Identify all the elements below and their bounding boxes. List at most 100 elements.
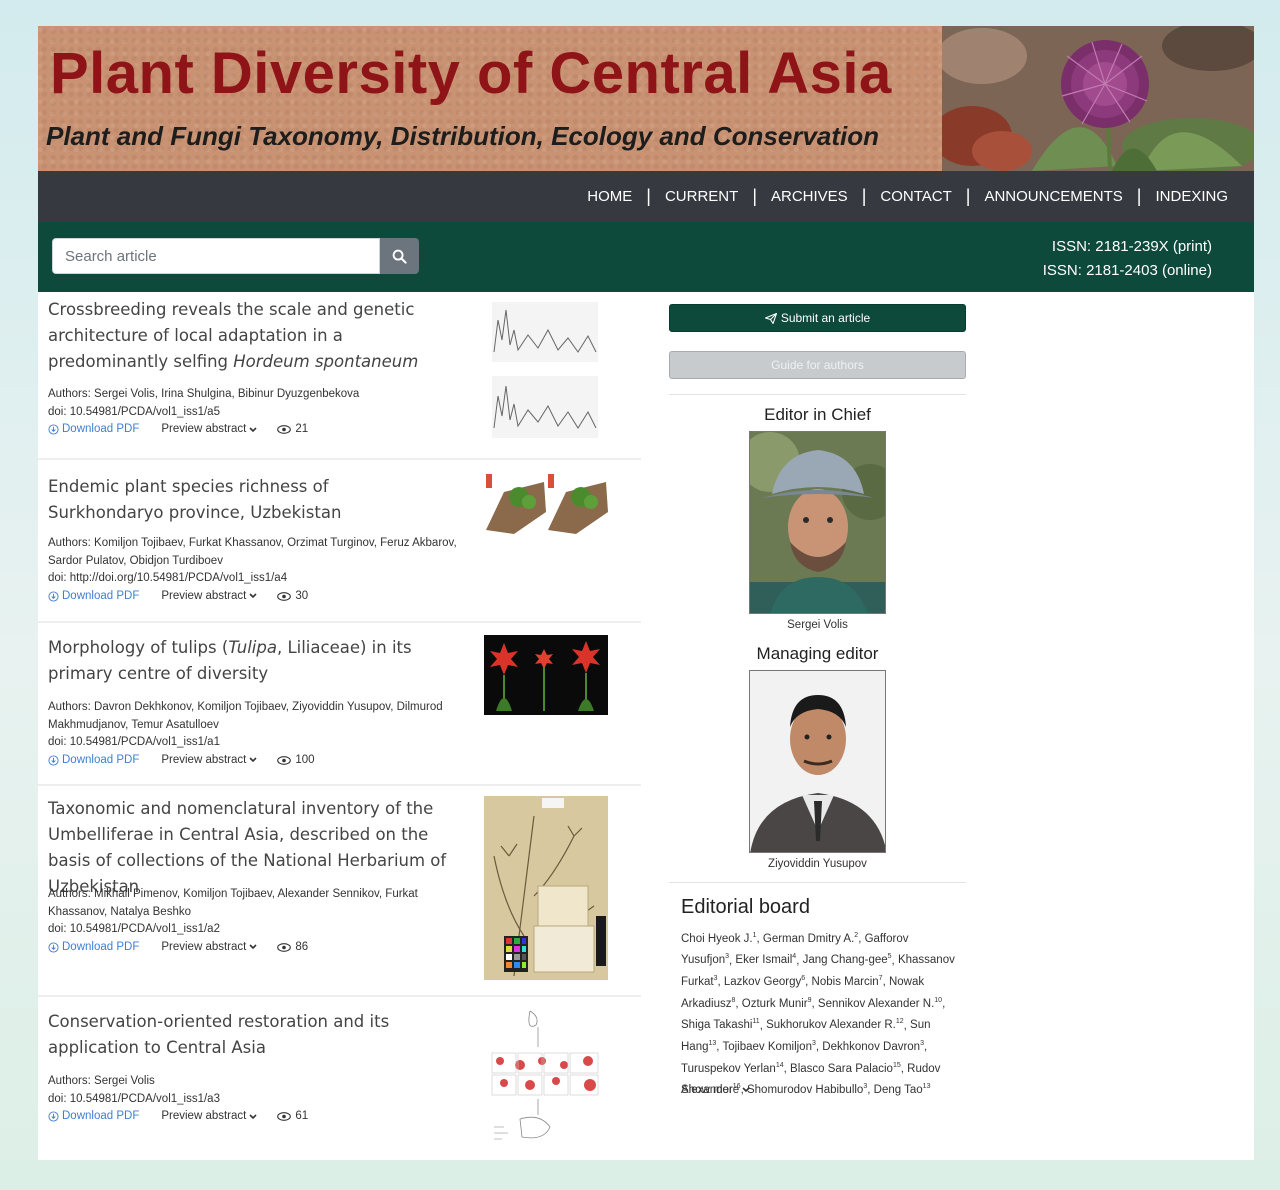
article-doi: doi: 10.54981/PCDA/vol1_iss1/a1 (48, 736, 220, 748)
article-title[interactable]: Taxonomic and nomenclatural inventory of… (48, 796, 468, 900)
editorial-board-member: German Dmitry A.2 (762, 932, 859, 945)
article-thumbnail[interactable] (490, 1007, 608, 1147)
nav-indexing[interactable]: INDEXING (1141, 188, 1242, 205)
issn-online: ISSN: 2181-2403 (online) (1042, 262, 1212, 279)
view-count: 21 (277, 421, 308, 439)
article-doi: doi: 10.54981/PCDA/vol1_iss1/a3 (48, 1092, 220, 1105)
article-doi: doi: 10.54981/PCDA/vol1_iss1/a2 (48, 923, 220, 935)
article-authors: Authors: Mikhail Pimenov, Komiljon Tojib… (48, 888, 418, 918)
eye-icon (277, 1112, 292, 1122)
editorial-board-member: Sukhorukov Alexander R.12 (766, 1018, 904, 1032)
nav-contact[interactable]: CONTACT (866, 188, 965, 205)
article-item: Conservation-oriented restoration and it… (38, 997, 641, 1157)
preview-abstract-toggle[interactable]: Preview abstract (161, 1108, 257, 1126)
divider (669, 882, 966, 883)
editorial-board-member: Choi Hyeok J.1 (681, 932, 757, 945)
article-meta: Authors: Sergei Volis, Irina Shulgina, B… (48, 386, 359, 439)
nav-current[interactable]: CURRENT (651, 188, 752, 205)
search-bar-section: ISSN: 2181-239X (print) ISSN: 2181-2403 … (38, 222, 1254, 292)
article-title[interactable]: Morphology of tulips (Tulipa, Liliaceae)… (48, 635, 458, 687)
issn-print: ISSN: 2181-239X (print) (1051, 238, 1212, 255)
chevron-down-icon (249, 1114, 257, 1119)
chevron-down-icon (249, 427, 257, 432)
editorial-board-member: Sennikov Alexander N.10 (817, 996, 943, 1010)
nav-home[interactable]: HOME (573, 188, 646, 205)
banner-flower-photo (942, 26, 1254, 171)
main-navbar: HOME | CURRENT | ARCHIVES | CONTACT | AN… (38, 171, 1254, 222)
article-title[interactable]: Crossbreeding reveals the scale and gene… (48, 297, 448, 375)
page: Plant Diversity of Central Asia Plant an… (38, 26, 1254, 1160)
article-thumbnail[interactable] (484, 796, 608, 980)
article-title[interactable]: Endemic plant species richness of Surkho… (48, 474, 448, 526)
article-meta: Authors: Sergei Volis doi: 10.54981/PCDA… (48, 1073, 308, 1126)
article-list: Crossbreeding reveals the scale and gene… (38, 292, 641, 1157)
article-item: Endemic plant species richness of Surkho… (38, 460, 641, 623)
editorial-board-member: Deng Tao13 (873, 1083, 931, 1097)
submit-article-button[interactable]: Submit an article (669, 304, 966, 332)
article-meta: Authors: Davron Dekhkonov, Komiljon Toji… (48, 699, 458, 769)
preview-abstract-toggle[interactable]: Preview abstract (161, 752, 257, 770)
show-more-toggle[interactable]: Show more (681, 1084, 750, 1096)
paper-plane-icon (764, 312, 777, 324)
nav-archives[interactable]: ARCHIVES (757, 188, 862, 205)
managing-editor-photo (749, 670, 886, 853)
site-subtitle: Plant and Fungi Taxonomy, Distribution, … (46, 121, 880, 151)
article-thumbnail[interactable] (488, 300, 600, 440)
preview-abstract-toggle[interactable]: Preview abstract (161, 588, 257, 606)
site-banner[interactable]: Plant Diversity of Central Asia Plant an… (38, 26, 1254, 171)
eye-icon (277, 425, 292, 435)
editorial-board-member: Tojibaev Komiljon3 (722, 1040, 816, 1053)
article-doi: doi: http://doi.org/10.54981/PCDA/vol1_i… (48, 572, 288, 584)
divider (669, 394, 966, 395)
editorial-board-member: Dekhkonov Davron3 (822, 1040, 924, 1053)
download-pdf-link[interactable]: Download PDF (48, 588, 139, 606)
chevron-down-icon (249, 757, 257, 763)
editorial-board-member: Blasco Sara Palacio15 (790, 1061, 901, 1075)
article-item: Morphology of tulips (Tulipa, Liliaceae)… (38, 623, 641, 786)
managing-editor-heading: Managing editor (756, 644, 879, 663)
editor-in-chief-photo (749, 431, 886, 614)
article-doi: doi: 10.54981/PCDA/vol1_iss1/a5 (48, 405, 220, 418)
download-pdf-link[interactable]: Download PDF (48, 421, 139, 439)
managing-editor-name: Ziyoviddin Yusupov (768, 858, 867, 870)
nav-announcements[interactable]: ANNOUNCEMENTS (970, 188, 1136, 205)
nav-menu: HOME | CURRENT | ARCHIVES | CONTACT | AN… (573, 171, 1242, 222)
search-button[interactable] (380, 238, 419, 274)
preview-abstract-toggle[interactable]: Preview abstract (161, 939, 257, 957)
editorial-board-member: Lazkov Georgy6 (723, 975, 806, 989)
view-count: 61 (277, 1108, 308, 1126)
editorial-board-list: Choi Hyeok J.1, German Dmitry A.2, Gaffo… (681, 932, 955, 1097)
download-icon (48, 424, 59, 435)
editorial-board-heading: Editorial board (681, 896, 810, 918)
article-title[interactable]: Conservation-oriented restoration and it… (48, 1009, 468, 1061)
article-meta: Authors: Mikhail Pimenov, Komiljon Tojib… (48, 886, 428, 956)
view-count: 30 (277, 588, 308, 606)
article-actions: Download PDF Preview abstract 61 (48, 1108, 308, 1126)
article-authors: Authors: Komiljon Tojibaev, Furkat Khass… (48, 537, 457, 567)
search-form (52, 238, 419, 274)
download-icon (48, 755, 59, 766)
article-thumbnail[interactable] (484, 635, 608, 715)
editorial-board-member: Ozturk Munir9 (741, 996, 812, 1010)
article-actions: Download PDF Preview abstract 21 (48, 421, 359, 439)
editor-in-chief-name: Sergei Volis (787, 619, 848, 631)
editorial-board-member: Eker Ismail4 (735, 953, 797, 967)
download-pdf-link[interactable]: Download PDF (48, 1108, 139, 1126)
article-actions: Download PDF Preview abstract 30 (48, 588, 468, 606)
article-actions: Download PDF Preview abstract 86 (48, 939, 428, 957)
article-thumbnail[interactable] (484, 472, 610, 536)
download-icon (48, 591, 59, 602)
view-count: 100 (277, 752, 315, 770)
preview-abstract-toggle[interactable]: Preview abstract (161, 421, 257, 439)
eye-icon (277, 942, 292, 952)
download-icon (48, 1111, 59, 1122)
search-input[interactable] (52, 238, 380, 274)
download-pdf-link[interactable]: Download PDF (48, 939, 139, 957)
article-meta: Authors: Komiljon Tojibaev, Furkat Khass… (48, 535, 468, 605)
guide-for-authors-button[interactable]: Guide for authors (669, 351, 966, 379)
article-authors: Authors: Sergei Volis (48, 1075, 155, 1087)
download-icon (48, 942, 59, 953)
site-title: Plant Diversity of Central Asia (50, 41, 892, 106)
download-pdf-link[interactable]: Download PDF (48, 752, 139, 770)
editor-in-chief-heading: Editor in Chief (764, 405, 871, 424)
